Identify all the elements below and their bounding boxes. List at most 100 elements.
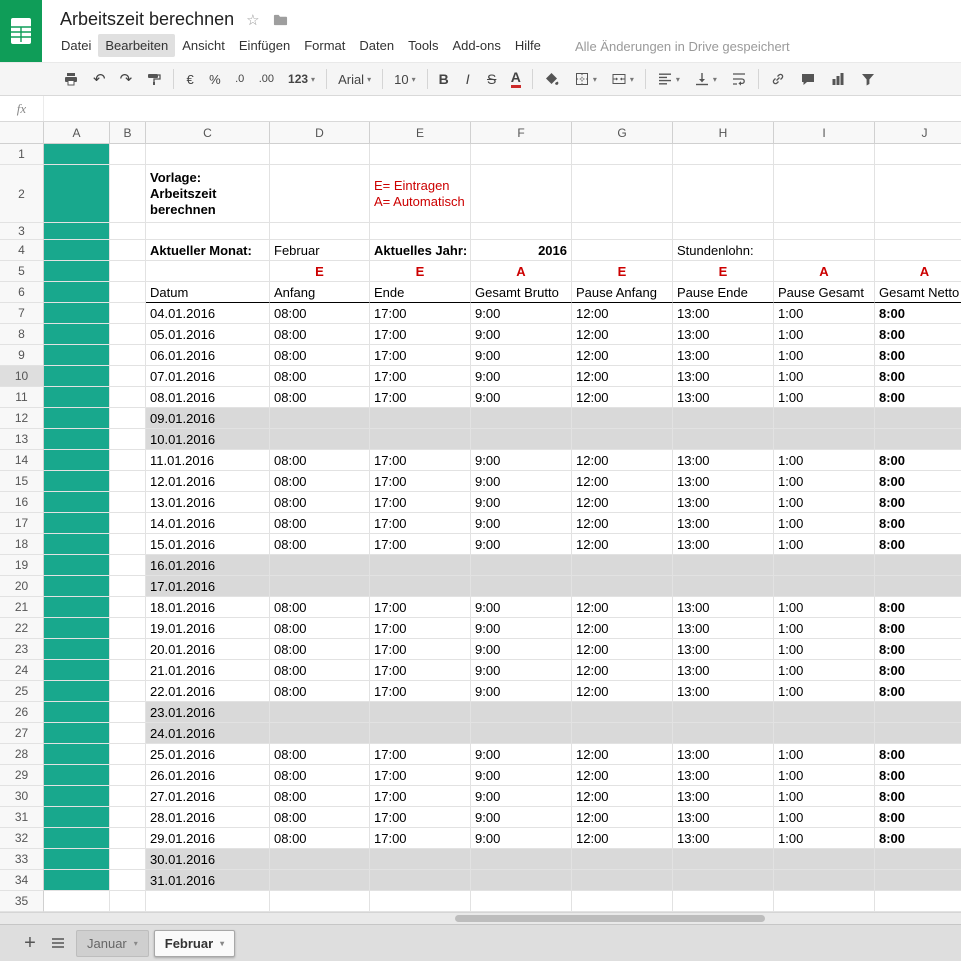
row-header-31[interactable]: 31 — [0, 807, 44, 828]
cell-B13[interactable] — [110, 429, 146, 450]
cell-F32[interactable]: 9:00 — [471, 828, 572, 849]
percent-format-icon[interactable]: % — [203, 67, 227, 91]
cell-F8[interactable]: 9:00 — [471, 324, 572, 345]
cell-G17[interactable]: 12:00 — [572, 513, 673, 534]
cell-C28[interactable]: 25.01.2016 — [146, 744, 270, 765]
row-header-24[interactable]: 24 — [0, 660, 44, 681]
cell-F17[interactable]: 9:00 — [471, 513, 572, 534]
row-header-3[interactable]: 3 — [0, 223, 44, 240]
cell-E26[interactable] — [370, 702, 471, 723]
cell-I34[interactable] — [774, 870, 875, 891]
col-header-H[interactable]: H — [673, 122, 774, 144]
col-header-A[interactable]: A — [44, 122, 110, 144]
cell-C13[interactable]: 10.01.2016 — [146, 429, 270, 450]
print-icon[interactable] — [57, 67, 85, 91]
cell-A14[interactable] — [44, 450, 110, 471]
cell-G20[interactable] — [572, 576, 673, 597]
cell-J23[interactable]: 8:00 — [875, 639, 961, 660]
cell-E22[interactable]: 17:00 — [370, 618, 471, 639]
cell-E13[interactable] — [370, 429, 471, 450]
cell-D26[interactable] — [270, 702, 370, 723]
cell-C21[interactable]: 18.01.2016 — [146, 597, 270, 618]
cell-F6[interactable]: Gesamt Brutto — [471, 282, 572, 303]
font-size-select[interactable]: 10▾ — [388, 67, 421, 91]
cell-B2[interactable] — [110, 165, 146, 223]
cell-G31[interactable]: 12:00 — [572, 807, 673, 828]
cell-J10[interactable]: 8:00 — [875, 366, 961, 387]
cell-G23[interactable]: 12:00 — [572, 639, 673, 660]
cell-E17[interactable]: 17:00 — [370, 513, 471, 534]
cell-I11[interactable]: 1:00 — [774, 387, 875, 408]
row-header-32[interactable]: 32 — [0, 828, 44, 849]
cell-D17[interactable]: 08:00 — [270, 513, 370, 534]
cell-G32[interactable]: 12:00 — [572, 828, 673, 849]
cell-I32[interactable]: 1:00 — [774, 828, 875, 849]
cell-G9[interactable]: 12:00 — [572, 345, 673, 366]
cell-I23[interactable]: 1:00 — [774, 639, 875, 660]
cell-F18[interactable]: 9:00 — [471, 534, 572, 555]
cell-I15[interactable]: 1:00 — [774, 471, 875, 492]
cell-B10[interactable] — [110, 366, 146, 387]
cell-E10[interactable]: 17:00 — [370, 366, 471, 387]
row-header-15[interactable]: 15 — [0, 471, 44, 492]
cell-C26[interactable]: 23.01.2016 — [146, 702, 270, 723]
cell-H21[interactable]: 13:00 — [673, 597, 774, 618]
cell-G27[interactable] — [572, 723, 673, 744]
cell-J26[interactable] — [875, 702, 961, 723]
cell-E11[interactable]: 17:00 — [370, 387, 471, 408]
cell-B18[interactable] — [110, 534, 146, 555]
cell-J29[interactable]: 8:00 — [875, 765, 961, 786]
text-color-icon[interactable]: A — [505, 67, 527, 91]
cell-G8[interactable]: 12:00 — [572, 324, 673, 345]
menu-bearbeiten[interactable]: Bearbeiten — [98, 34, 175, 57]
cell-I25[interactable]: 1:00 — [774, 681, 875, 702]
cell-G15[interactable]: 12:00 — [572, 471, 673, 492]
cell-G35[interactable] — [572, 891, 673, 912]
cell-J28[interactable]: 8:00 — [875, 744, 961, 765]
cell-A8[interactable] — [44, 324, 110, 345]
cell-J3[interactable] — [875, 223, 961, 240]
cell-J16[interactable]: 8:00 — [875, 492, 961, 513]
cell-I1[interactable] — [774, 144, 875, 165]
cell-F2[interactable] — [471, 165, 572, 223]
horizontal-align-icon[interactable]: ▾ — [651, 67, 686, 91]
cell-A19[interactable] — [44, 555, 110, 576]
cell-F28[interactable]: 9:00 — [471, 744, 572, 765]
cell-H32[interactable]: 13:00 — [673, 828, 774, 849]
cell-C9[interactable]: 06.01.2016 — [146, 345, 270, 366]
menu-hilfe[interactable]: Hilfe — [508, 34, 548, 57]
cell-B31[interactable] — [110, 807, 146, 828]
cell-H28[interactable]: 13:00 — [673, 744, 774, 765]
cell-H15[interactable]: 13:00 — [673, 471, 774, 492]
sheets-logo[interactable] — [0, 0, 42, 62]
cell-B3[interactable] — [110, 223, 146, 240]
cell-D9[interactable]: 08:00 — [270, 345, 370, 366]
cell-C34[interactable]: 31.01.2016 — [146, 870, 270, 891]
cell-H24[interactable]: 13:00 — [673, 660, 774, 681]
row-header-7[interactable]: 7 — [0, 303, 44, 324]
cell-A21[interactable] — [44, 597, 110, 618]
cell-D15[interactable]: 08:00 — [270, 471, 370, 492]
cell-D34[interactable] — [270, 870, 370, 891]
cell-A12[interactable] — [44, 408, 110, 429]
row-header-16[interactable]: 16 — [0, 492, 44, 513]
cell-A27[interactable] — [44, 723, 110, 744]
cell-J33[interactable] — [875, 849, 961, 870]
row-header-22[interactable]: 22 — [0, 618, 44, 639]
cell-D27[interactable] — [270, 723, 370, 744]
cell-C16[interactable]: 13.01.2016 — [146, 492, 270, 513]
cell-A31[interactable] — [44, 807, 110, 828]
cell-J14[interactable]: 8:00 — [875, 450, 961, 471]
row-header-5[interactable]: 5 — [0, 261, 44, 282]
cell-I3[interactable] — [774, 223, 875, 240]
cell-C20[interactable]: 17.01.2016 — [146, 576, 270, 597]
cell-G5[interactable]: E — [572, 261, 673, 282]
cell-J31[interactable]: 8:00 — [875, 807, 961, 828]
cell-J5[interactable]: A — [875, 261, 961, 282]
cell-I6[interactable]: Pause Gesamt — [774, 282, 875, 303]
cell-D25[interactable]: 08:00 — [270, 681, 370, 702]
font-family-select[interactable]: Arial▾ — [332, 67, 377, 91]
row-header-14[interactable]: 14 — [0, 450, 44, 471]
cell-I30[interactable]: 1:00 — [774, 786, 875, 807]
cell-A32[interactable] — [44, 828, 110, 849]
